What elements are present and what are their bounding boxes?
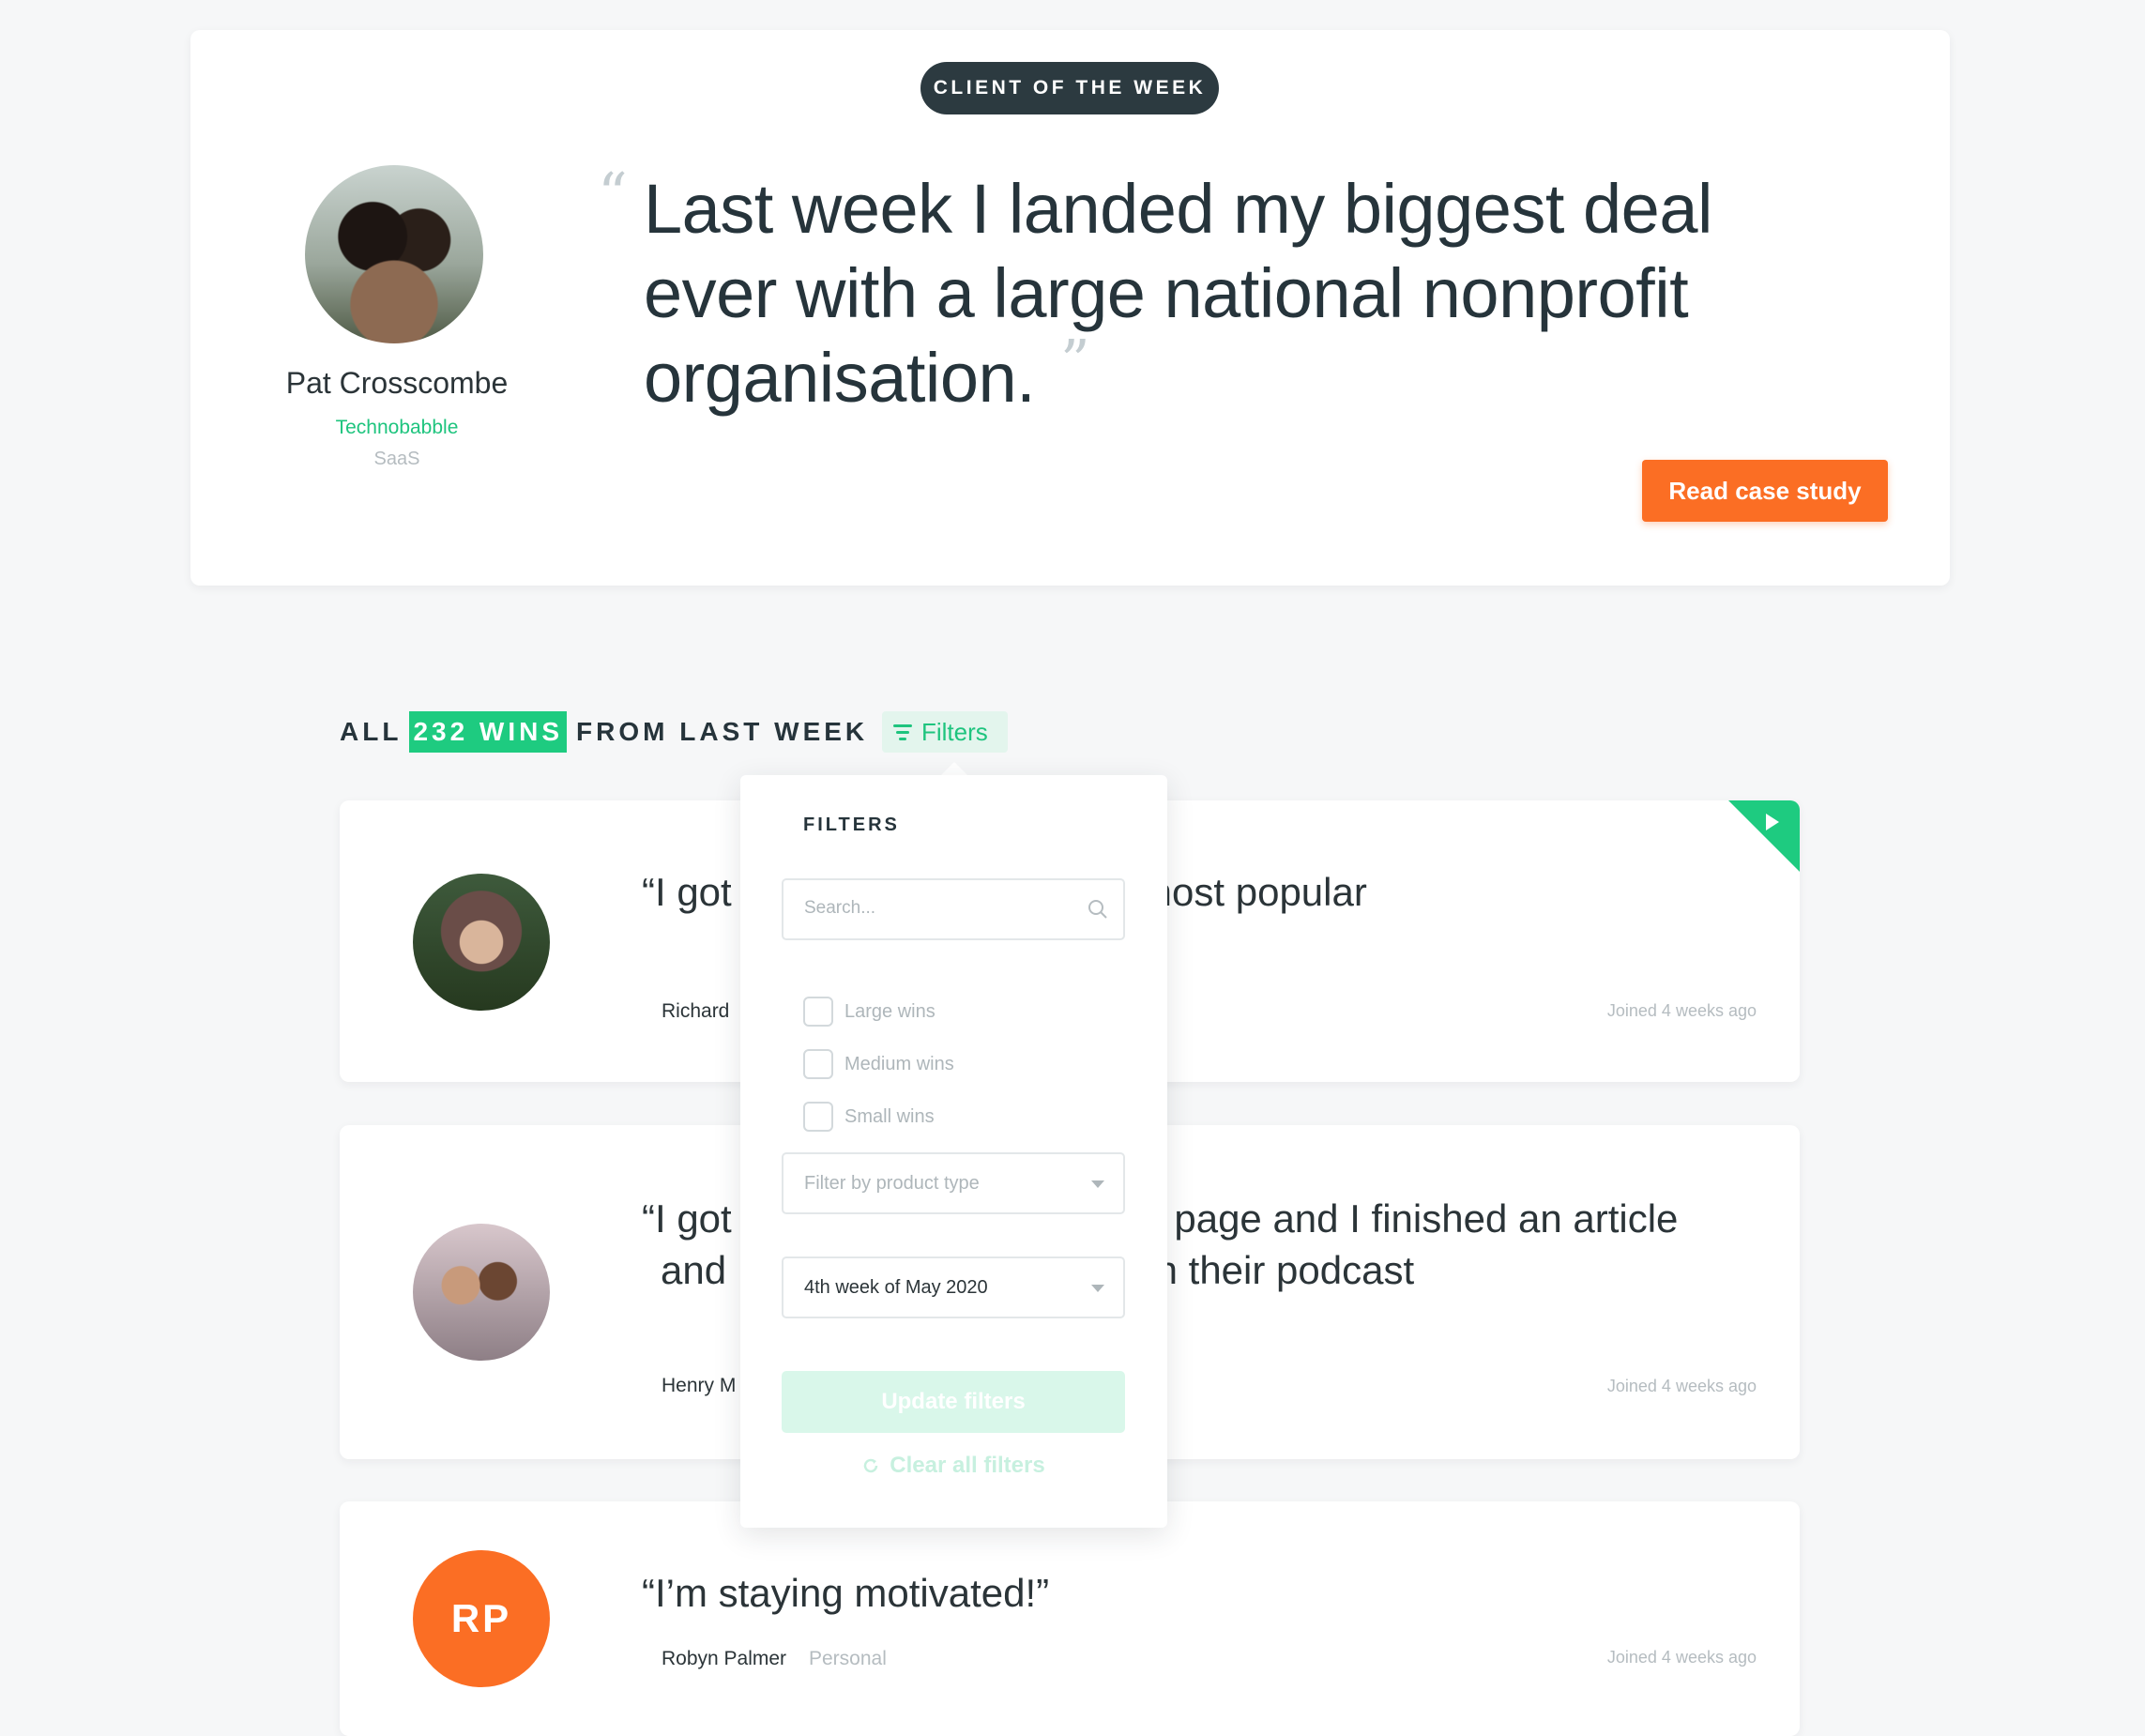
filters-title: FILTERS	[803, 815, 900, 835]
client-avatar	[305, 165, 483, 343]
avatar	[413, 874, 550, 1011]
filters-button-label: Filters	[921, 717, 988, 746]
search-input[interactable]	[802, 897, 1078, 920]
win-author: Henry M	[662, 1375, 737, 1396]
client-industry: SaaS	[373, 449, 420, 469]
joined-date: Joined 4 weeks ago	[1606, 1001, 1757, 1020]
filters-popover: FILTERS Large wins Medium wins Small win…	[740, 775, 1167, 1528]
client-company[interactable]: Technobabble	[190, 417, 603, 439]
checkbox[interactable]	[803, 1049, 833, 1079]
client-quote: Last week I landed my biggest deal ever …	[644, 170, 1712, 417]
wins-heading: ALL 232 WINS FROM LAST WEEK	[340, 711, 868, 753]
wins-suffix: FROM LAST WEEK	[576, 717, 869, 746]
week-select-value: 4th week of May 2020	[804, 1276, 988, 1298]
checkbox[interactable]	[803, 997, 833, 1027]
filters-button[interactable]: Filters	[882, 711, 1008, 753]
checkbox-medium-wins[interactable]: Medium wins	[803, 1049, 954, 1079]
checkbox-label: Small wins	[844, 1105, 935, 1127]
avatar-initials: RP	[413, 1550, 550, 1687]
quote-close-icon: ”	[1060, 327, 1090, 395]
client-of-the-week-card: CLIENT OF THE WEEK Pat Crosscombe Techno…	[190, 30, 1950, 586]
play-icon[interactable]	[1766, 814, 1779, 830]
video-corner-badge[interactable]	[1728, 800, 1800, 872]
client-name: Pat Crosscombe	[285, 366, 509, 400]
quote-open-icon: “	[598, 160, 628, 228]
checkbox-small-wins[interactable]: Small wins	[803, 1102, 935, 1132]
update-filters-button[interactable]: Update filters	[782, 1371, 1125, 1433]
product-type-placeholder: Filter by product type	[804, 1172, 980, 1194]
refresh-icon	[864, 1458, 878, 1473]
win-author: Robyn Palmer	[662, 1648, 787, 1669]
checkbox-label: Medium wins	[844, 1053, 954, 1074]
search-field[interactable]	[782, 878, 1125, 940]
win-category: Personal	[809, 1648, 887, 1669]
chevron-down-icon	[1091, 1180, 1104, 1188]
avatar	[413, 1224, 550, 1361]
search-icon	[1088, 900, 1107, 919]
win-author: Richard	[662, 1000, 730, 1022]
read-case-study-button[interactable]: Read case study	[1642, 460, 1888, 522]
checkbox-large-wins[interactable]: Large wins	[803, 997, 936, 1027]
wins-count-badge: 232 WINS	[409, 711, 568, 753]
joined-date: Joined 4 weeks ago	[1606, 1648, 1757, 1667]
checkbox[interactable]	[803, 1102, 833, 1132]
wins-prefix: ALL	[340, 717, 403, 746]
win-card[interactable]: RP “I’m staying motivated!” Robyn Palmer…	[340, 1501, 1800, 1736]
popover-arrow	[941, 762, 967, 775]
week-select[interactable]: 4th week of May 2020	[782, 1256, 1125, 1318]
clear-all-filters-label: Clear all filters	[890, 1453, 1045, 1478]
joined-date: Joined 4 weeks ago	[1606, 1377, 1757, 1395]
client-of-the-week-badge: CLIENT OF THE WEEK	[920, 62, 1219, 114]
checkbox-label: Large wins	[844, 1000, 936, 1022]
clear-all-filters-link[interactable]: Clear all filters	[782, 1453, 1125, 1479]
chevron-down-icon	[1091, 1285, 1104, 1292]
win-quote: “I’m staying motivated!”	[642, 1571, 1050, 1615]
filter-icon	[893, 723, 912, 740]
product-type-select[interactable]: Filter by product type	[782, 1152, 1125, 1214]
